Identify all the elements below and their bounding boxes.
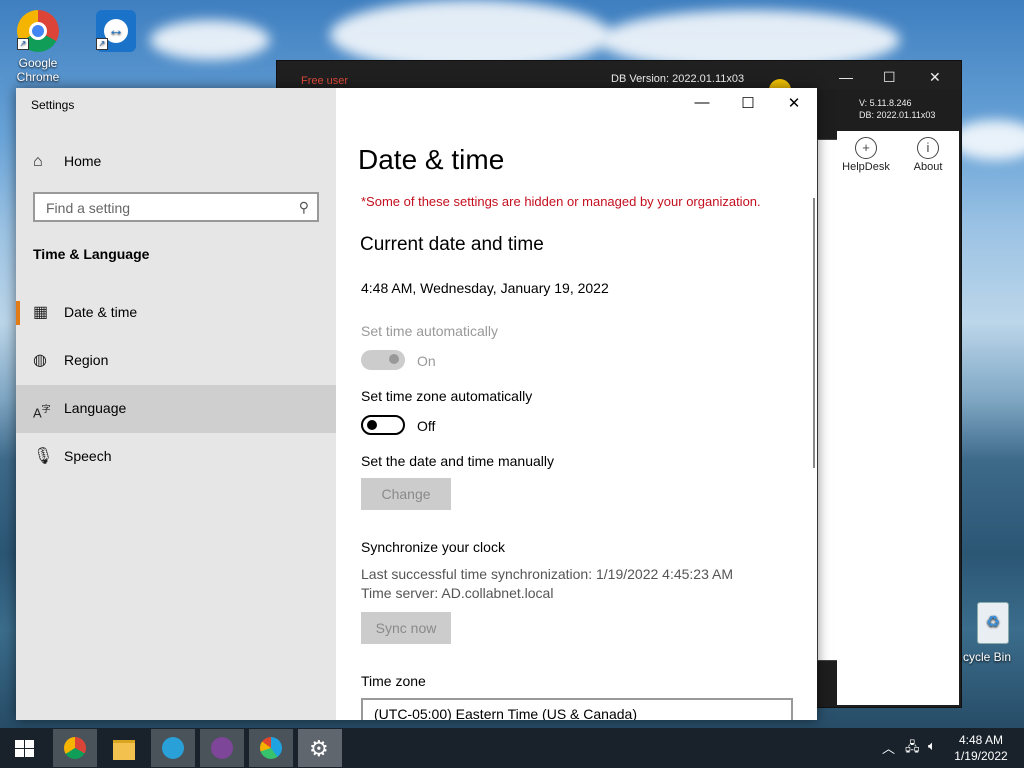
timezone-select[interactable]: (UTC-05:00) Eastern Time (US & Canada) [361,698,793,720]
network-icon[interactable]: 🖧 [905,738,920,760]
current-datetime: 4:48 AM, Wednesday, January 19, 2022 [361,280,609,296]
plus-circle-icon: + [855,137,877,159]
desktop-icon-chrome[interactable]: ↗ Google Chrome [8,8,68,84]
maximize-icon[interactable]: ☐ [883,69,896,86]
taskbar: ⚙ ︿ 🖧 🔈︎ 4:48 AM 1/19/2022 [0,728,1024,768]
set-tz-auto-toggle[interactable] [361,415,405,435]
background-app-header: Free user DB Version: 2022.01.11x03 [277,61,961,89]
managed-warning: *Some of these settings are hidden or ma… [361,194,761,209]
last-sync-text: Last successful time synchronization: 1/… [361,566,733,582]
taskbar-clock[interactable]: 4:48 AM 1/19/2022 [948,732,1014,764]
windows-icon [15,740,34,757]
start-button[interactable] [2,729,46,767]
nav-item-label: Region [64,352,109,368]
selected-indicator [16,301,20,325]
sync-heading: Synchronize your clock [361,539,505,555]
onion-icon [211,737,233,759]
settings-window[interactable]: Settings ⌂ Home Find a setting ⚲ Time & … [16,88,817,720]
set-time-auto-label: Set time automatically [361,323,498,339]
window-title: Settings [31,98,75,112]
teamviewer-icon: ↔ ↗ [96,10,136,52]
toggle-knob [367,420,377,430]
taskbar-app-accessibility[interactable] [151,729,195,767]
helpdesk-label: HelpDesk [842,161,890,173]
microphone-icon: 🎙︎ [33,448,54,465]
home-icon: ⌂ [33,153,43,170]
shortcut-arrow-icon: ↗ [17,38,29,50]
clock-date: 1/19/2022 [954,749,1008,763]
shortcut-arrow-icon: ↗ [96,38,108,50]
nav-item-label: Language [64,400,127,416]
edge-icon [260,737,282,759]
chrome-icon [64,737,86,759]
clock-time: 4:48 AM [958,733,1004,747]
timezone-value: (UTC-05:00) Eastern Time (US & Canada) [374,706,637,720]
taskbar-file-explorer[interactable] [102,729,146,767]
version-info: V: 5.11.8.246 DB: 2022.01.11x03 [859,97,935,121]
about-button[interactable]: i About [903,135,953,173]
current-datetime-heading: Current date and time [360,234,544,255]
desktop-icon-label: Google Chrome [16,56,60,84]
background-app-right-panel [837,131,959,705]
time-server-text: Time server: AD.collabnet.local [361,585,554,601]
version-line: V: 5.11.8.246 [859,98,912,108]
toggle-knob [389,354,399,364]
info-icon: i [917,137,939,159]
taskbar-settings[interactable]: ⚙ [298,729,342,767]
change-button[interactable]: Change [361,478,451,510]
helpdesk-button[interactable]: + HelpDesk [841,135,891,173]
set-time-auto-toggle[interactable] [361,350,405,370]
person-icon [162,737,184,759]
desktop-icon-teamviewer[interactable]: ↔ ↗ [86,8,146,54]
volume-muted-icon[interactable]: 🔈︎ [928,738,936,754]
recycle-bin-label: cycle Bin [962,650,1012,664]
timezone-label: Time zone [361,673,426,689]
nav-home[interactable]: ⌂ Home [16,138,336,186]
nav-home-label: Home [64,153,102,169]
free-user-label: Free user [301,75,349,87]
page-title: Date & time [358,144,505,175]
nav-language[interactable]: A字 Language [16,385,336,433]
search-input[interactable]: Find a setting ⚲ [33,192,319,222]
calendar-clock-icon: ▦ [33,304,49,321]
chrome-icon: ↗ [17,10,59,52]
manual-label: Set the date and time manually [361,453,555,469]
db-line: DB: 2022.01.11x03 [859,110,936,120]
language-icon: A字 [33,404,51,421]
sync-now-button[interactable]: Sync now [361,612,451,644]
globe-icon: ◍ [33,352,47,369]
taskbar-app-tor[interactable] [200,729,244,767]
db-version-label: DB Version: 2022.01.11x03 [611,73,745,85]
gear-icon: ⚙ [309,736,329,761]
recycle-bin-icon: ♻ [977,602,1009,644]
folder-icon [113,740,135,760]
settings-sidebar: Settings ⌂ Home Find a setting ⚲ Time & … [16,88,336,720]
set-time-auto-state: On [417,353,436,369]
search-placeholder: Find a setting [46,200,131,216]
chevron-up-icon[interactable]: ︿ [882,738,895,757]
scrollbar[interactable] [813,198,815,468]
nav-item-label: Date & time [64,304,138,320]
set-tz-auto-label: Set time zone automatically [361,388,533,404]
close-icon[interactable]: ✕ [929,69,941,86]
nav-item-label: Speech [64,448,112,464]
about-label: About [913,161,943,173]
nav-speech[interactable]: 🎙︎ Speech [16,433,336,481]
settings-content: Date & time *Some of these settings are … [336,88,817,720]
taskbar-chrome[interactable] [53,729,97,767]
section-heading: Time & Language [33,246,150,262]
desktop-icon-recycle-bin[interactable]: ♻ cycle Bin [958,602,1024,664]
nav-region[interactable]: ◍ Region [16,337,336,385]
set-tz-auto-state: Off [417,418,436,434]
background-app-pane [817,139,839,661]
minimize-icon[interactable]: — [839,69,853,85]
nav-date-time[interactable]: ▦ Date & time [16,289,336,337]
search-icon: ⚲ [298,199,309,215]
taskbar-edge[interactable] [249,729,293,767]
cloud [150,20,270,60]
